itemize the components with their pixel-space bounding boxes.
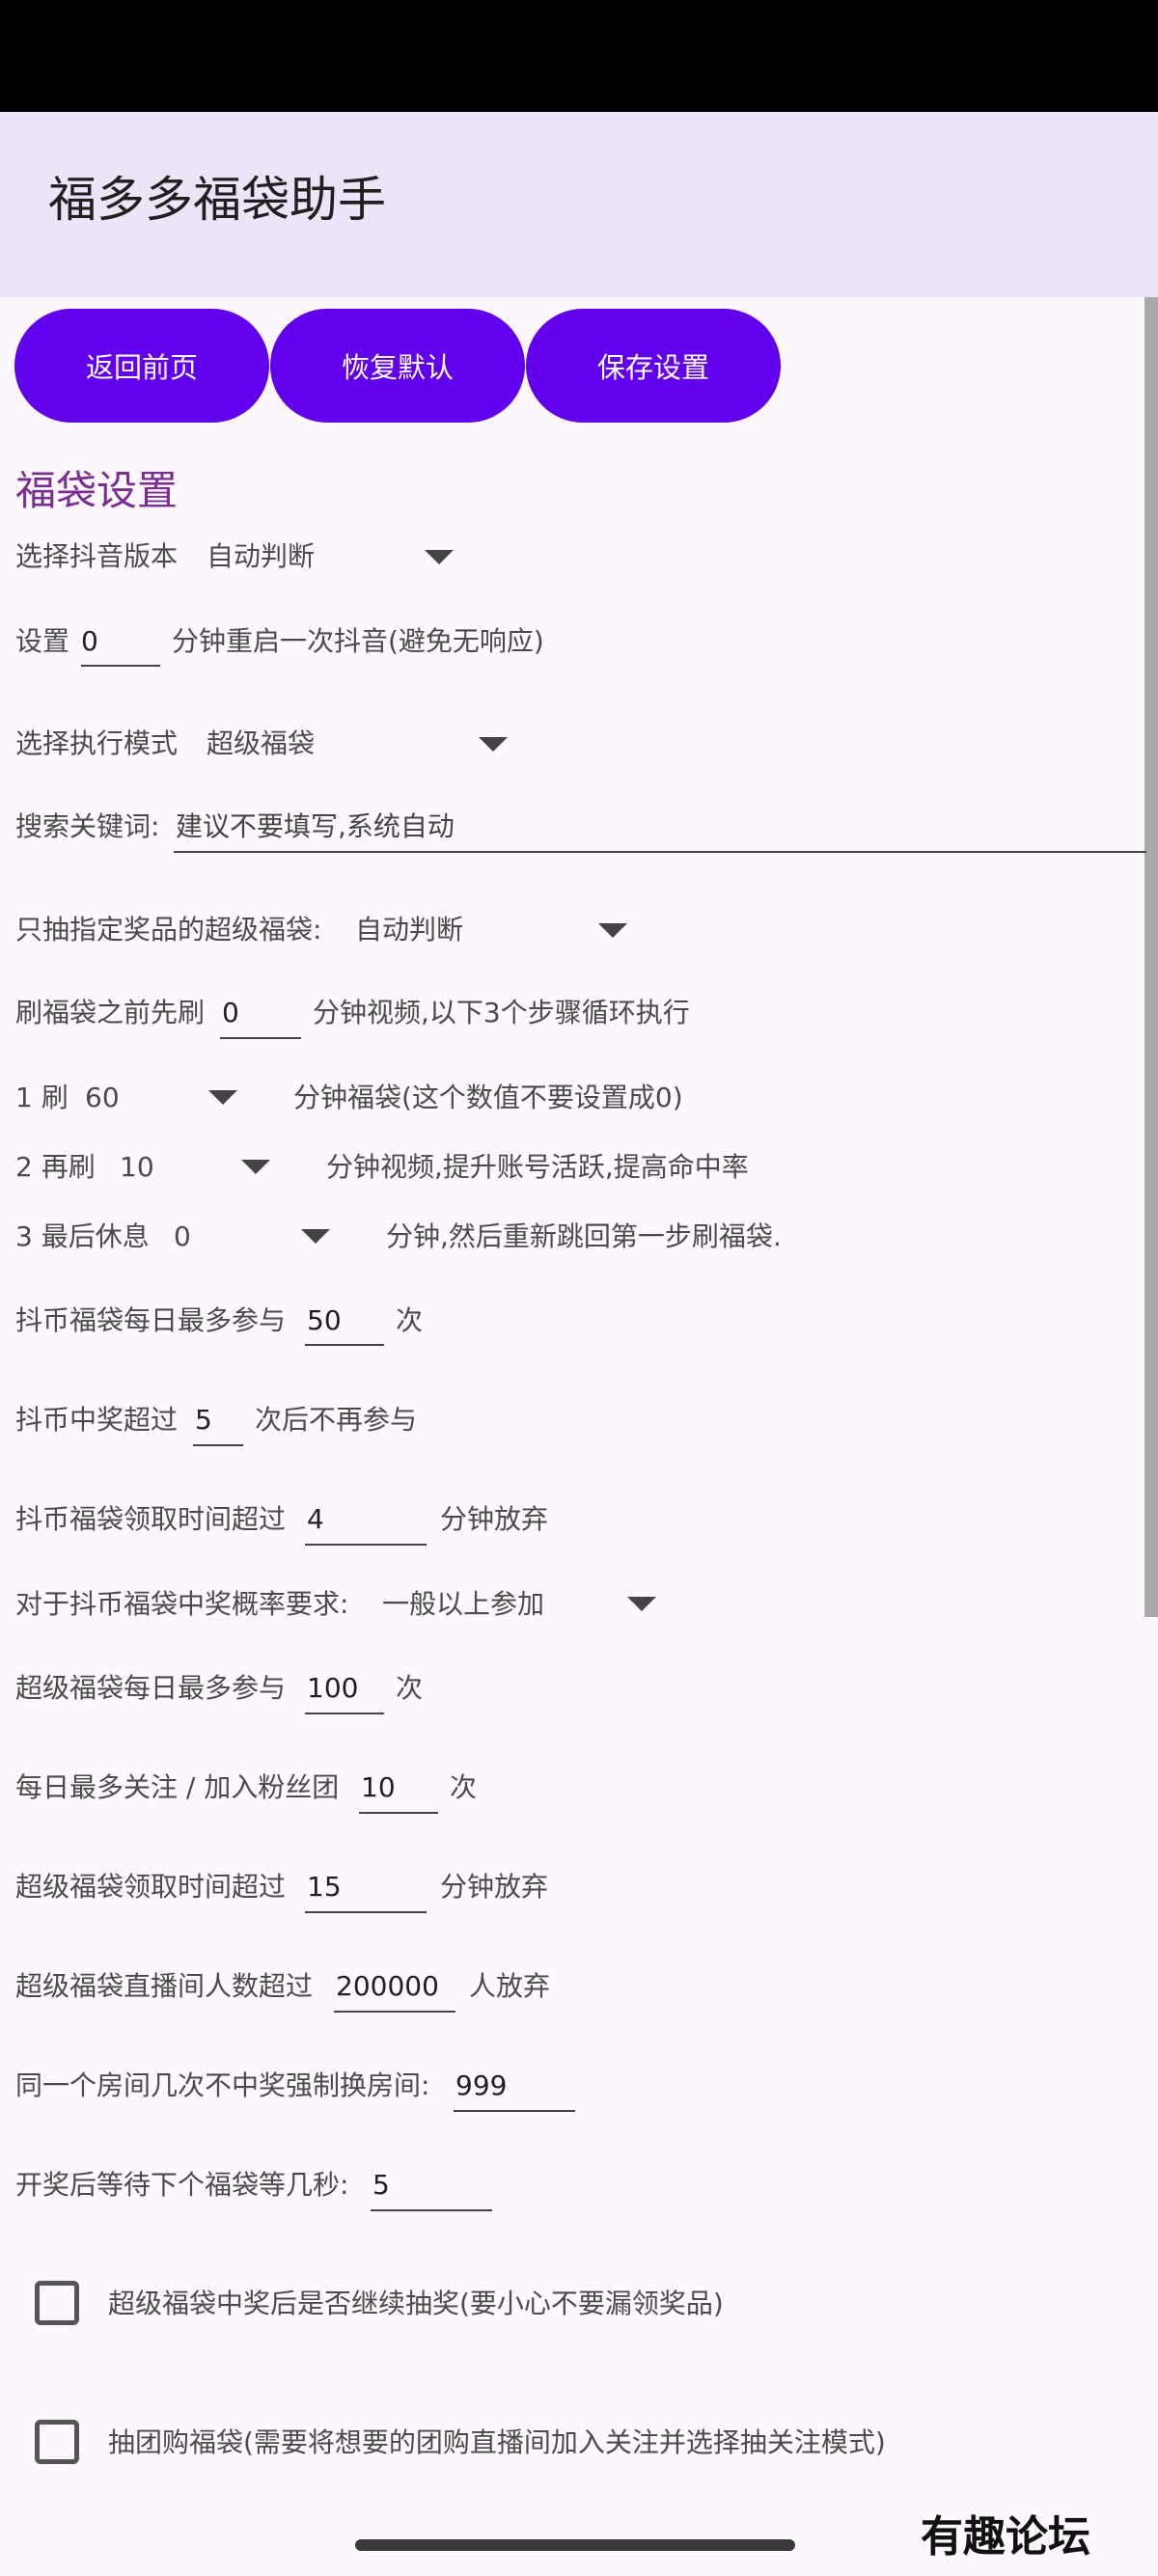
coin-time-prefix: 抖币福袋领取时间超过 — [15, 1503, 287, 1535]
super-time-value: 15 — [307, 1871, 342, 1903]
restart-minutes-underline — [81, 665, 160, 667]
prize-filter-dropdown-icon — [598, 923, 627, 938]
reset-default-button[interactable]: 恢复默认 — [270, 309, 525, 423]
coin-win-prefix: 抖币中奖超过 — [15, 1404, 179, 1436]
step1-label: 1 刷 — [15, 1082, 69, 1113]
wait-next-underline — [371, 2209, 492, 2211]
super-viewers-prefix: 超级福袋直播间人数超过 — [15, 1970, 314, 2002]
follow-daily-value: 10 — [361, 1771, 396, 1803]
super-daily-suffix: 次 — [396, 1672, 424, 1704]
coin-win-suffix: 次后不再参与 — [255, 1404, 418, 1436]
step3-suffix: 分钟,然后重新跳回第一步刷福袋. — [386, 1220, 782, 1252]
step1-value: 60 — [85, 1082, 120, 1113]
room-switch-underline — [454, 2110, 575, 2112]
exec-mode-label: 选择执行模式 — [15, 727, 179, 759]
continue-after-win-label: 超级福袋中奖后是否继续抽奖(要小心不要漏领奖品) — [108, 2288, 724, 2319]
continue-after-win-checkbox[interactable] — [35, 2281, 79, 2325]
coin-daily-prefix: 抖币福袋每日最多参与 — [15, 1304, 287, 1336]
restart-minutes-value: 0 — [81, 625, 98, 657]
pre-video-minutes-underline — [220, 1037, 301, 1039]
coin-win-value: 5 — [195, 1404, 212, 1436]
step2-value: 10 — [120, 1151, 154, 1183]
super-daily-value: 100 — [307, 1672, 359, 1704]
wait-next-prefix: 开奖后等待下个福袋等几秒: — [15, 2169, 349, 2201]
room-switch-value: 999 — [455, 2069, 508, 2101]
app-title: 福多多福袋助手 — [48, 172, 386, 228]
group-buy-checkbox[interactable] — [35, 2420, 79, 2464]
super-daily-underline — [305, 1713, 384, 1714]
coin-time-underline — [305, 1544, 427, 1546]
super-viewers-suffix: 人放弃 — [469, 1970, 551, 2002]
exec-mode-value: 超级福袋 — [207, 727, 316, 759]
step2-dropdown-icon — [241, 1160, 270, 1174]
section-title: 福袋设置 — [15, 467, 179, 514]
coin-prob-dropdown-icon — [627, 1597, 656, 1611]
step3-dropdown-icon — [301, 1229, 330, 1244]
step3-label: 3 最后休息 — [15, 1220, 150, 1252]
status-bar — [0, 0, 1158, 112]
step3-value: 0 — [174, 1220, 191, 1252]
step2-label: 2 再刷 — [15, 1151, 96, 1183]
coin-prob-value: 一般以上参加 — [382, 1588, 545, 1620]
pre-video-suffix: 分钟视频,以下3个步骤循环执行 — [313, 997, 690, 1028]
restart-suffix: 分钟重启一次抖音(避免无响应) — [172, 625, 544, 657]
step1-dropdown-icon — [208, 1090, 237, 1105]
step1-suffix: 分钟福袋(这个数值不要设置成0) — [293, 1082, 683, 1113]
coin-daily-value: 50 — [307, 1304, 342, 1336]
coin-time-value: 4 — [307, 1503, 324, 1535]
keyword-underline — [174, 851, 1146, 853]
group-buy-label: 抽团购福袋(需要将想要的团购直播间加入关注并选择抽关注模式) — [108, 2426, 886, 2458]
watermark: 有趣论坛 — [921, 2512, 1090, 2562]
exec-mode-dropdown-icon — [479, 737, 508, 752]
restart-prefix: 设置 — [15, 625, 70, 657]
prize-filter-value: 自动判断 — [355, 914, 464, 945]
coin-daily-suffix: 次 — [396, 1304, 424, 1336]
pre-video-minutes-value: 0 — [222, 997, 239, 1028]
step2-suffix: 分钟视频,提升账号活跃,提高命中率 — [326, 1151, 749, 1183]
follow-daily-underline — [359, 1812, 438, 1814]
coin-win-underline — [193, 1444, 243, 1446]
pre-video-prefix: 刷福袋之前先刷 — [15, 997, 206, 1028]
coin-time-suffix: 分钟放弃 — [440, 1503, 549, 1535]
super-time-prefix: 超级福袋领取时间超过 — [15, 1871, 287, 1903]
super-viewers-underline — [334, 2011, 455, 2013]
super-time-suffix: 分钟放弃 — [440, 1871, 549, 1903]
save-settings-button[interactable]: 保存设置 — [526, 309, 781, 423]
gesture-nav-bar[interactable] — [355, 2539, 795, 2551]
follow-daily-suffix: 次 — [450, 1771, 478, 1803]
wait-next-value: 5 — [372, 2169, 390, 2201]
back-button[interactable]: 返回前页 — [14, 309, 269, 423]
douyin-version-label: 选择抖音版本 — [15, 540, 179, 572]
room-switch-prefix: 同一个房间几次不中奖强制换房间: — [15, 2069, 430, 2101]
prize-filter-label: 只抽指定奖品的超级福袋: — [15, 914, 322, 945]
coin-prob-label: 对于抖币福袋中奖概率要求: — [15, 1588, 349, 1620]
coin-daily-underline — [305, 1344, 384, 1346]
keyword-label: 搜索关键词: — [15, 810, 160, 842]
scrollbar[interactable] — [1144, 297, 1158, 1617]
keyword-placeholder: 建议不要填写,系统自动 — [176, 810, 455, 842]
super-time-underline — [305, 1911, 427, 1913]
super-daily-prefix: 超级福袋每日最多参与 — [15, 1672, 287, 1704]
douyin-version-dropdown-icon — [425, 550, 454, 564]
super-viewers-value: 200000 — [336, 1970, 439, 2002]
douyin-version-value: 自动判断 — [207, 540, 316, 572]
follow-daily-prefix: 每日最多关注 / 加入粉丝团 — [15, 1771, 340, 1803]
